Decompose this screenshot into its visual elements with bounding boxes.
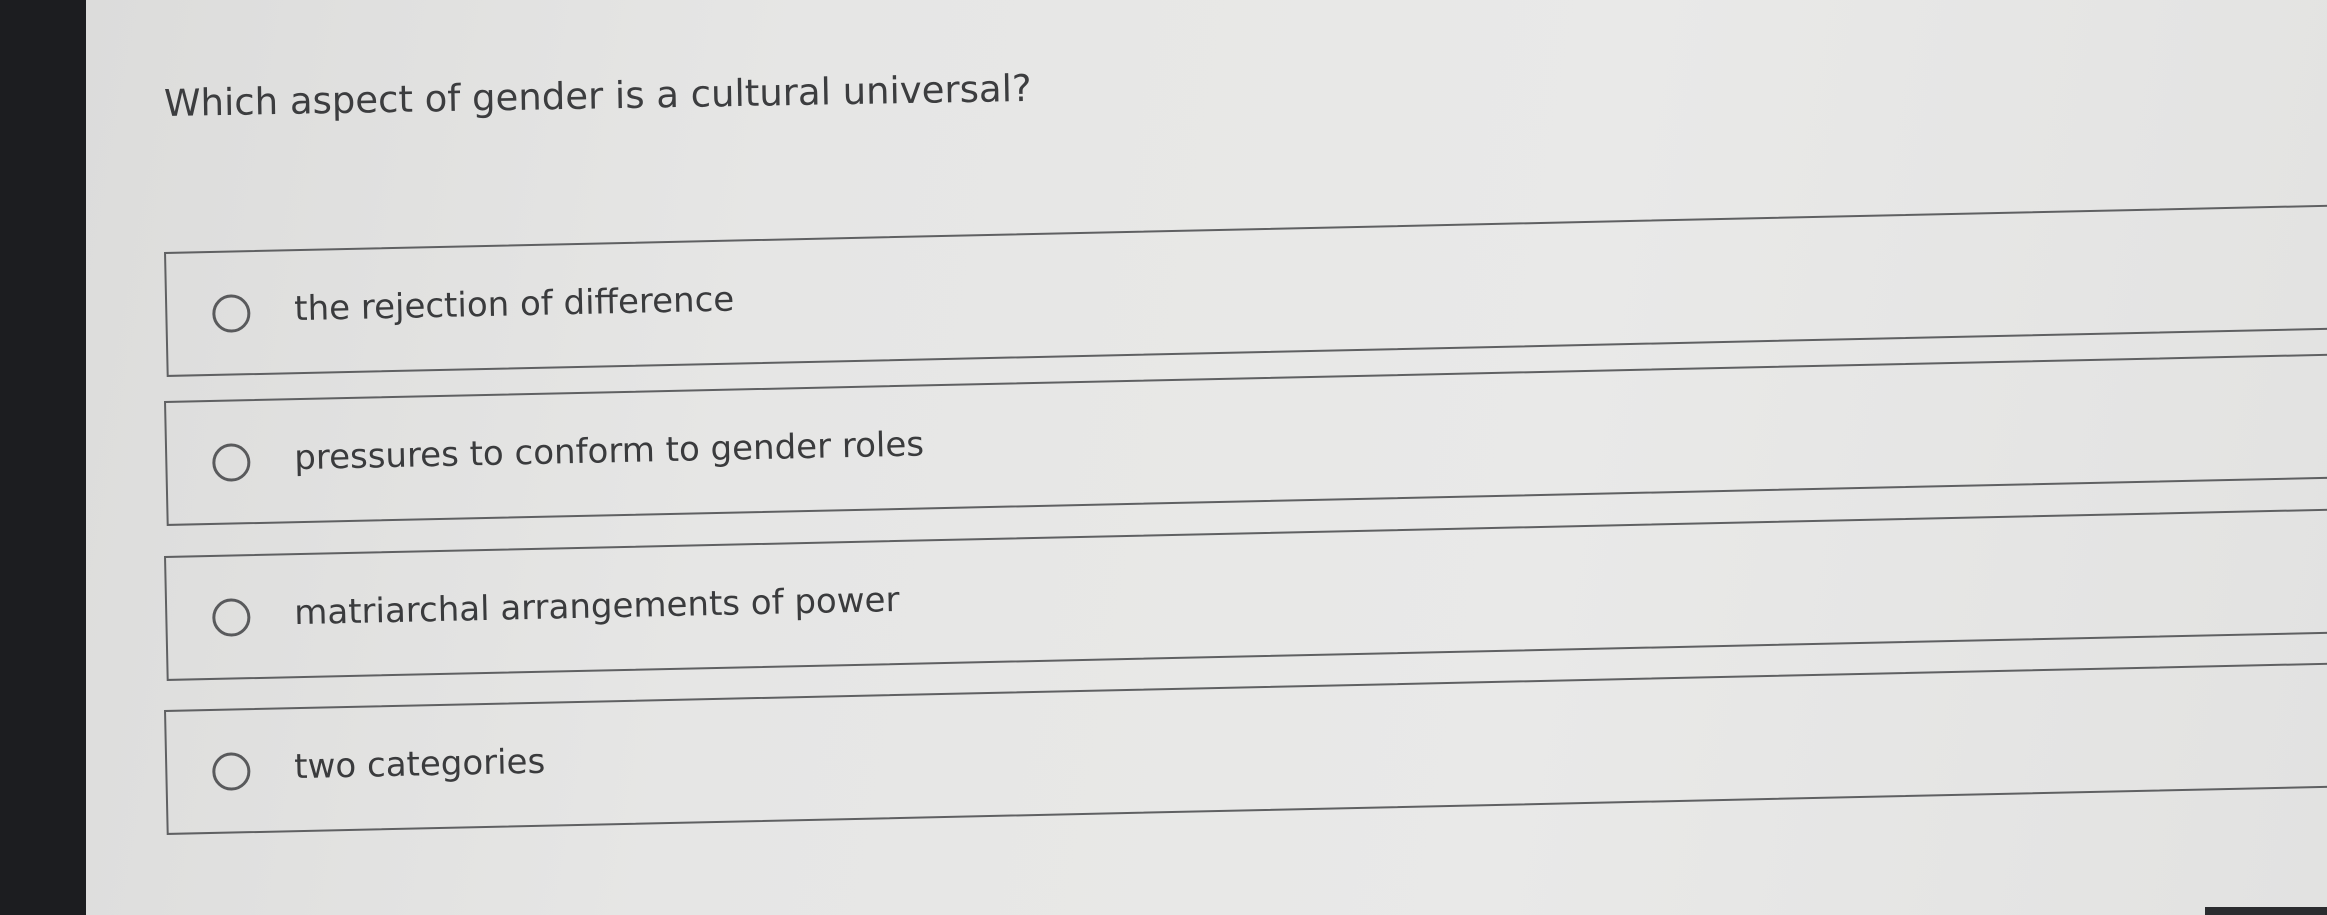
radio-unselected-icon[interactable]: [211, 598, 251, 637]
answer-option-2-label: pressures to conform to gender roles: [293, 424, 925, 479]
answer-option-4-label: two categories: [293, 741, 546, 788]
radio-unselected-icon[interactable]: [211, 443, 251, 482]
radio-unselected-icon[interactable]: [211, 752, 251, 791]
monitor-bezel: [0, 0, 86, 915]
answer-option-1-label: the rejection of difference: [293, 279, 735, 330]
answer-option-3-label: matriarchal arrangements of power: [293, 579, 900, 634]
radio-unselected-icon[interactable]: [211, 294, 251, 333]
screen-corner-edge: [2205, 907, 2327, 915]
